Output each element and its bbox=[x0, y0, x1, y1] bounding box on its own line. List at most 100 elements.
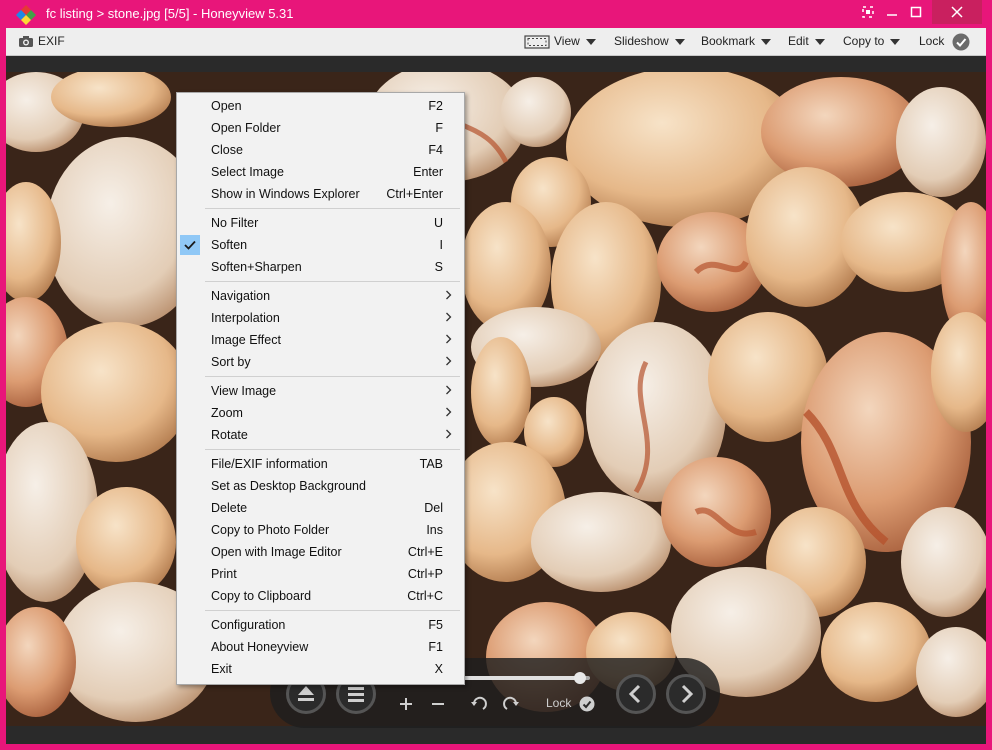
menu-item-open-folder[interactable]: Open Folder F bbox=[177, 117, 464, 139]
menu-item-show-in-windows-explorer[interactable]: Show in Windows Explorer Ctrl+Enter bbox=[177, 183, 464, 205]
zoom-out-icon bbox=[432, 703, 444, 705]
zoom-in-icon bbox=[400, 698, 412, 710]
menu-separator bbox=[205, 281, 460, 282]
position-slider-knob[interactable] bbox=[573, 672, 586, 684]
toolbar: EXIF View Slideshow Bookmark Edit Copy t… bbox=[6, 28, 986, 56]
menu-item-set-as-desktop-background[interactable]: Set as Desktop Background bbox=[177, 475, 464, 497]
menu-item-shortcut: F2 bbox=[428, 99, 443, 113]
chevron-down-icon bbox=[761, 38, 772, 45]
menu-item-no-filter[interactable]: No Filter U bbox=[177, 212, 464, 234]
previous-button[interactable] bbox=[616, 674, 656, 714]
menu-item-print[interactable]: Print Ctrl+P bbox=[177, 563, 464, 585]
zoom-out-button[interactable] bbox=[430, 696, 446, 715]
fullscreen-button[interactable] bbox=[856, 0, 880, 24]
menu-item-sort-by[interactable]: Sort by bbox=[177, 351, 464, 373]
minimize-button[interactable] bbox=[880, 0, 904, 24]
menu-item-label: Open Folder bbox=[211, 121, 281, 135]
menu-item-zoom[interactable]: Zoom bbox=[177, 402, 464, 424]
chevron-right-icon bbox=[445, 384, 452, 398]
menu-item-rotate[interactable]: Rotate bbox=[177, 424, 464, 446]
copy-to-menu[interactable]: Copy to bbox=[843, 28, 901, 55]
bookmark-menu[interactable]: Bookmark bbox=[701, 28, 772, 55]
menu-item-exit[interactable]: Exit X bbox=[177, 658, 464, 680]
menu-item-interpolation[interactable]: Interpolation bbox=[177, 307, 464, 329]
maximize-icon bbox=[910, 6, 922, 18]
view-menu[interactable]: View bbox=[554, 28, 596, 55]
menu-item-soften[interactable]: Soften I bbox=[177, 234, 464, 256]
context-menu: Open F2 Open Folder F Close F4 Select Image Ent… bbox=[176, 92, 465, 685]
bar-lock-toggle[interactable]: Lock bbox=[546, 696, 595, 712]
menu-item-shortcut: Enter bbox=[413, 165, 443, 179]
next-icon bbox=[681, 684, 694, 704]
exif-button[interactable]: EXIF bbox=[18, 28, 65, 55]
maximize-button[interactable] bbox=[904, 0, 928, 24]
menu-item-shortcut: Ctrl+Enter bbox=[386, 187, 443, 201]
chevron-right-icon bbox=[445, 333, 452, 347]
lock-label: Lock bbox=[919, 34, 945, 48]
menu-item-shortcut: Ctrl+E bbox=[407, 545, 443, 559]
edit-menu[interactable]: Edit bbox=[788, 28, 825, 55]
menu-item-shortcut: S bbox=[434, 260, 443, 274]
view-mode-button[interactable] bbox=[524, 28, 550, 55]
stone-photo bbox=[6, 72, 986, 726]
close-button[interactable] bbox=[932, 0, 982, 24]
menu-item-configuration[interactable]: Configuration F5 bbox=[177, 614, 464, 636]
menu-item-soften-sharpen[interactable]: Soften+Sharpen S bbox=[177, 256, 464, 278]
previous-icon bbox=[628, 684, 641, 704]
menu-separator bbox=[205, 449, 460, 450]
menu-item-shortcut: F1 bbox=[428, 640, 443, 654]
menu-item-label: Open with Image Editor bbox=[211, 545, 342, 559]
menu-item-close[interactable]: Close F4 bbox=[177, 139, 464, 161]
menu-item-label: Sort by bbox=[211, 355, 251, 369]
chevron-right-icon bbox=[445, 289, 452, 303]
exif-label: EXIF bbox=[38, 34, 65, 48]
close-icon bbox=[951, 6, 963, 18]
menu-item-label: Open bbox=[211, 99, 242, 113]
menu-item-shortcut: I bbox=[439, 238, 443, 252]
next-button[interactable] bbox=[666, 674, 706, 714]
menu-item-shortcut: Del bbox=[424, 501, 443, 515]
chevron-right-icon bbox=[445, 428, 452, 442]
bar-lock-label: Lock bbox=[546, 696, 572, 711]
menu-item-open-with-image-editor[interactable]: Open with Image Editor Ctrl+E bbox=[177, 541, 464, 563]
menu-item-about-honeyview[interactable]: About Honeyview F1 bbox=[177, 636, 464, 658]
rotate-right-button[interactable] bbox=[502, 696, 520, 717]
view-menu-label: View bbox=[554, 34, 580, 48]
rotate-left-button[interactable] bbox=[470, 696, 488, 717]
menu-separator bbox=[205, 208, 460, 209]
lock-check-icon bbox=[579, 696, 595, 712]
lock-toggle[interactable]: Lock bbox=[919, 28, 970, 55]
position-slider[interactable] bbox=[460, 672, 590, 684]
title-bar: fc listing > stone.jpg [5/5] - Honeyview… bbox=[0, 0, 992, 28]
menu-item-view-image[interactable]: View Image bbox=[177, 380, 464, 402]
chevron-right-icon bbox=[445, 355, 452, 369]
menu-item-label: Print bbox=[211, 567, 237, 581]
menu-item-label: Image Effect bbox=[211, 333, 281, 347]
menu-item-image-effect[interactable]: Image Effect bbox=[177, 329, 464, 351]
menu-item-label: File/EXIF information bbox=[211, 457, 328, 471]
menu-item-navigation[interactable]: Navigation bbox=[177, 285, 464, 307]
frame-icon bbox=[524, 35, 550, 49]
menu-item-label: Soften bbox=[211, 238, 248, 252]
menu-item-label: Zoom bbox=[211, 406, 243, 420]
menu-separator bbox=[205, 376, 460, 377]
menu-item-shortcut: X bbox=[434, 662, 443, 676]
app-window: fc listing > stone.jpg [5/5] - Honeyview… bbox=[0, 0, 992, 750]
checkmark-icon bbox=[180, 235, 200, 255]
check-circle-icon bbox=[952, 33, 970, 51]
menu-item-delete[interactable]: Delete Del bbox=[177, 497, 464, 519]
menu-item-copy-to-photo-folder[interactable]: Copy to Photo Folder Ins bbox=[177, 519, 464, 541]
honeyview-logo-icon bbox=[16, 5, 36, 25]
menu-item-shortcut: F5 bbox=[428, 618, 443, 632]
menu-item-open[interactable]: Open F2 bbox=[177, 95, 464, 117]
slideshow-menu[interactable]: Slideshow bbox=[614, 28, 685, 55]
menu-item-shortcut: U bbox=[433, 216, 443, 230]
menu-item-label: Copy to Photo Folder bbox=[211, 523, 330, 537]
menu-item-copy-to-clipboard[interactable]: Copy to Clipboard Ctrl+C bbox=[177, 585, 464, 607]
menu-item-file-exif-information[interactable]: File/EXIF information TAB bbox=[177, 453, 464, 475]
menu-item-select-image[interactable]: Select Image Enter bbox=[177, 161, 464, 183]
menu-item-label: Navigation bbox=[211, 289, 271, 303]
zoom-in-button[interactable] bbox=[398, 696, 414, 715]
image-canvas[interactable] bbox=[6, 72, 986, 726]
chevron-down-icon bbox=[814, 38, 825, 45]
